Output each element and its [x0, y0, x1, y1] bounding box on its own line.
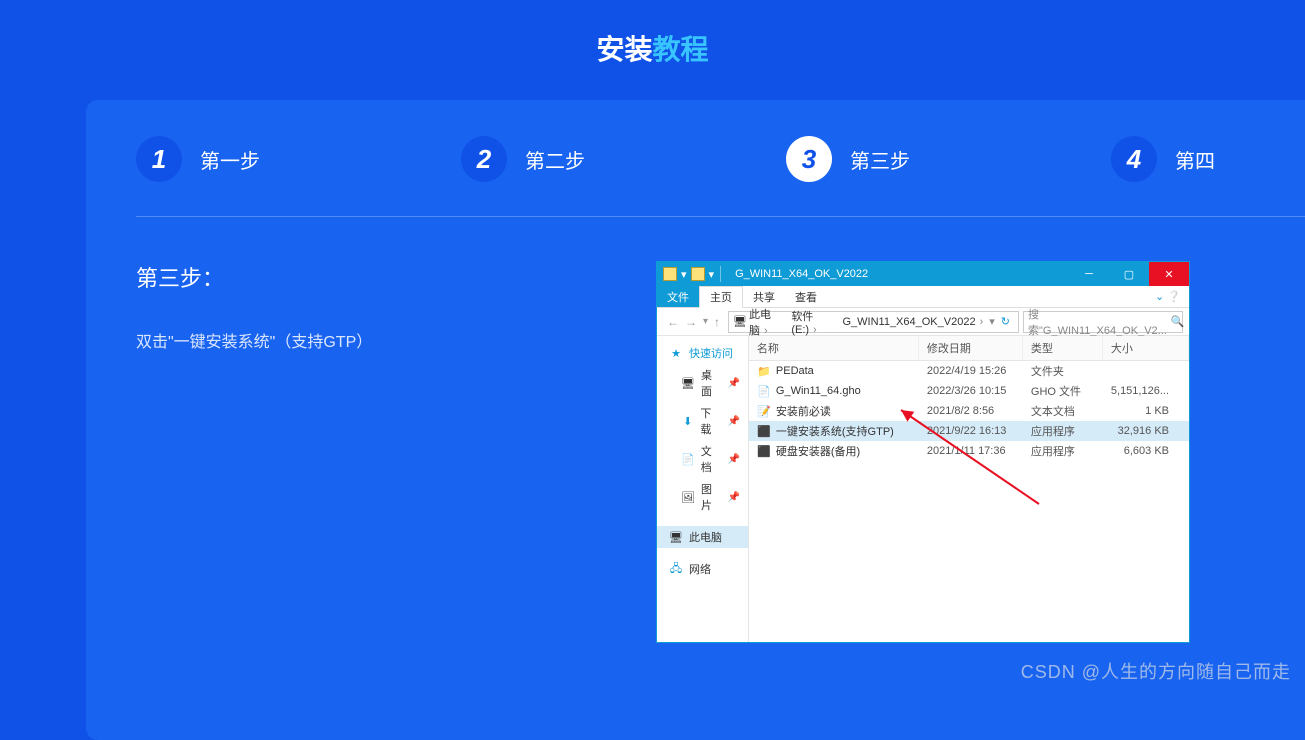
- search-icon[interactable]: 🔍: [1171, 315, 1185, 328]
- step-3-number: 3: [786, 136, 832, 182]
- file-row[interactable]: 📄G_Win11_64.gho 2022/3/26 10:15 GHO 文件 5…: [749, 381, 1189, 401]
- search-placeholder: 搜索"G_WIN11_X64_OK_V2...: [1028, 306, 1167, 338]
- col-name[interactable]: 名称: [749, 336, 919, 360]
- recent-button[interactable]: ▾: [703, 316, 708, 327]
- watermark: CSDN @人生的方向随自己而走: [1021, 658, 1291, 684]
- file-row[interactable]: 📁PEData 2022/4/19 15:26 文件夹: [749, 361, 1189, 381]
- pin-icon: 📌: [727, 454, 739, 465]
- exe-icon: ⬛: [757, 425, 771, 437]
- file-row[interactable]: ⬛一键安装系统(支持GTP) 2021/9/22 16:13 应用程序 32,9…: [749, 421, 1189, 441]
- network-icon: 🖧: [669, 563, 683, 575]
- desktop-icon: 🖥: [681, 377, 695, 389]
- step-3-label: 第三步: [850, 145, 910, 174]
- tutorial-card: 1 第一步 2 第二步 3 第三步 4 第四 第三步： 双击"一键安装系统"（支…: [86, 100, 1305, 740]
- nav-this-pc[interactable]: 🖥此电脑: [657, 526, 748, 548]
- step-content: 第三步： 双击"一键安装系统"（支持GTP） ▾ ▾ G_WIN11_X64_O…: [136, 217, 1305, 643]
- ribbon-help-icon[interactable]: ⌄ ❔: [1147, 286, 1189, 307]
- crumb-folder[interactable]: G_WIN11_X64_OK_V2022: [842, 316, 987, 328]
- step-1-number: 1: [136, 136, 182, 182]
- forward-button[interactable]: →: [685, 315, 697, 329]
- explorer-body: ★快速访问 🖥桌面📌 ⬇下载📌 📄文档📌 🖼图片📌 🖥此电脑 🖧网络 名称 修改…: [657, 336, 1189, 642]
- nav-arrows: ← → ▾ ↑: [663, 315, 724, 329]
- pin-icon: 📌: [727, 416, 739, 427]
- title-part2: 教程: [653, 34, 709, 65]
- nav-downloads[interactable]: ⬇下载📌: [657, 402, 748, 440]
- step-text: 第三步： 双击"一键安装系统"（支持GTP）: [136, 261, 616, 643]
- crumb-drive[interactable]: 软件 (E:): [791, 308, 840, 336]
- close-button[interactable]: ✕: [1149, 262, 1189, 286]
- step-2[interactable]: 2 第二步: [461, 136, 786, 182]
- pc-icon: 🖥: [733, 315, 747, 328]
- explorer-window: ▾ ▾ G_WIN11_X64_OK_V2022 ─ ▢ ✕ 文件 主页 共享 …: [656, 261, 1190, 643]
- step-4-number: 4: [1111, 136, 1157, 182]
- nav-pane: ★快速访问 🖥桌面📌 ⬇下载📌 📄文档📌 🖼图片📌 🖥此电脑 🖧网络: [657, 336, 749, 642]
- maximize-button[interactable]: ▢: [1109, 262, 1149, 286]
- up-button[interactable]: ↑: [714, 315, 720, 329]
- step-2-label: 第二步: [525, 145, 585, 174]
- explorer-titlebar: ▾ ▾ G_WIN11_X64_OK_V2022 ─ ▢ ✕: [657, 262, 1189, 286]
- ribbon-tab-view[interactable]: 查看: [785, 286, 827, 307]
- col-date[interactable]: 修改日期: [919, 336, 1023, 360]
- address-bar-row: ← → ▾ ↑ 🖥 此电脑 软件 (E:) G_WIN11_X64_OK_V20…: [657, 308, 1189, 336]
- column-headers: 名称 修改日期 类型 大小: [749, 336, 1189, 361]
- nav-desktop[interactable]: 🖥桌面📌: [657, 364, 748, 402]
- back-button[interactable]: ←: [667, 315, 679, 329]
- exe-icon: ⬛: [757, 445, 771, 457]
- pin-icon: 📌: [727, 378, 739, 389]
- txt-icon: 📝: [757, 405, 771, 417]
- file-row[interactable]: ⬛硬盘安装器(备用) 2021/1/11 17:36 应用程序 6,603 KB: [749, 441, 1189, 461]
- step-description: 双击"一键安装系统"（支持GTP）: [136, 329, 616, 358]
- ribbon-tab-share[interactable]: 共享: [743, 286, 785, 307]
- title-part1: 安装: [596, 34, 652, 65]
- step-4[interactable]: 4 第四: [1111, 136, 1305, 182]
- nav-pictures[interactable]: 🖼图片📌: [657, 478, 748, 516]
- address-bar[interactable]: 🖥 此电脑 软件 (E:) G_WIN11_X64_OK_V2022 ▾ ↻: [728, 311, 1019, 333]
- document-icon: 📄: [681, 453, 695, 465]
- nav-network[interactable]: 🖧网络: [657, 558, 748, 580]
- overflow-icon[interactable]: ▾: [709, 268, 715, 281]
- folder-icon: [691, 267, 705, 281]
- ribbon-file[interactable]: 文件: [657, 286, 699, 307]
- dropdown-icon[interactable]: ▾: [989, 315, 995, 328]
- minimize-button[interactable]: ─: [1069, 262, 1109, 286]
- refresh-icon[interactable]: ↻: [997, 315, 1014, 328]
- pin-icon: 📌: [727, 492, 739, 503]
- file-row[interactable]: 📝安装前必读 2021/8/2 8:56 文本文档 1 KB: [749, 401, 1189, 421]
- step-1-label: 第一步: [200, 145, 260, 174]
- col-type[interactable]: 类型: [1023, 336, 1103, 360]
- step-heading: 第三步：: [136, 261, 616, 293]
- ribbon-tab-home[interactable]: 主页: [699, 286, 743, 308]
- step-3[interactable]: 3 第三步: [786, 136, 1111, 182]
- nav-documents[interactable]: 📄文档📌: [657, 440, 748, 478]
- steps-nav: 1 第一步 2 第二步 3 第三步 4 第四: [136, 136, 1305, 217]
- pc-icon: 🖥: [669, 531, 683, 543]
- gho-icon: 📄: [757, 385, 771, 397]
- star-icon: ★: [669, 347, 683, 359]
- folder-icon: 📁: [757, 365, 771, 377]
- step-4-label: 第四: [1175, 145, 1215, 174]
- page-title: 安装教程: [0, 0, 1305, 68]
- crumb-pc[interactable]: 此电脑: [749, 306, 789, 338]
- step-1[interactable]: 1 第一步: [136, 136, 461, 182]
- folder-icon: [663, 267, 677, 281]
- titlebar-quick-icons: ▾ ▾: [657, 266, 729, 282]
- window-title: G_WIN11_X64_OK_V2022: [729, 268, 1069, 280]
- step-2-number: 2: [461, 136, 507, 182]
- expand-icon[interactable]: ▾: [681, 268, 687, 281]
- picture-icon: 🖼: [681, 491, 695, 503]
- file-list: 名称 修改日期 类型 大小 📁PEData 2022/4/19 15:26 文件…: [749, 336, 1189, 642]
- search-box[interactable]: 搜索"G_WIN11_X64_OK_V2... 🔍: [1023, 311, 1183, 333]
- nav-quick-access[interactable]: ★快速访问: [657, 342, 748, 364]
- download-icon: ⬇: [681, 415, 694, 427]
- col-size[interactable]: 大小: [1103, 336, 1189, 360]
